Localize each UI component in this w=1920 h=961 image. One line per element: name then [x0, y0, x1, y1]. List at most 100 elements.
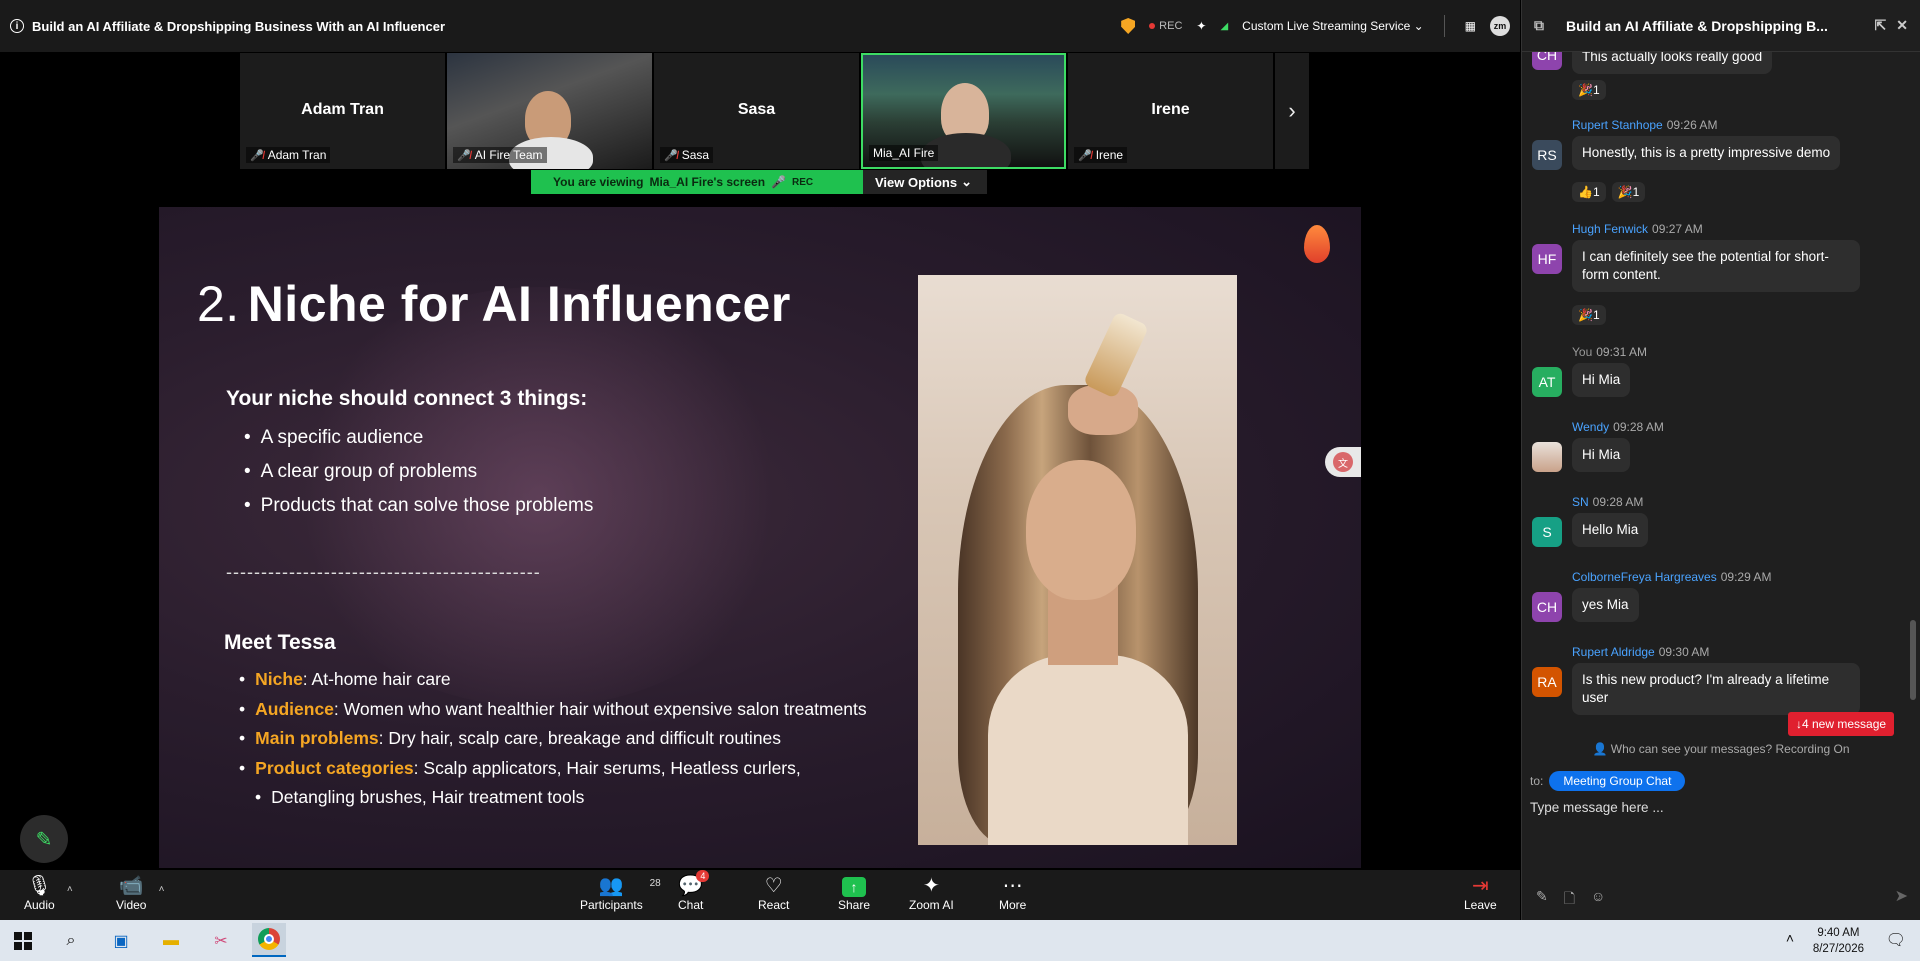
viewing-screen-name: Mia_AI Fire's screen	[649, 175, 766, 189]
message-sender: You 09:31 AM	[1572, 345, 1647, 359]
zoom-ai-button[interactable]: ✦ Zoom AI	[909, 874, 954, 912]
avatar: RS	[1532, 140, 1562, 170]
participants-button[interactable]: 👥 28 Participants	[580, 874, 661, 912]
leave-button[interactable]: ⇥ Leave	[1464, 874, 1497, 912]
start-button[interactable]	[10, 928, 36, 954]
notification-icon[interactable]: 🗨	[1886, 930, 1906, 950]
viewing-banner: You are viewing Mia_AI Fire's screen 🎤 R…	[531, 170, 987, 194]
list-item: Niche: At-home hair care	[239, 665, 939, 695]
detail-value: : Women who want healthier hair without …	[333, 698, 867, 719]
message-sender: ColborneFreya Hargreaves 09:29 AM	[1572, 570, 1771, 584]
store-icon[interactable]: ▣	[108, 928, 134, 954]
reaction-chip[interactable]: 🎉1	[1611, 182, 1646, 202]
reactions: 🎉1	[1572, 305, 1606, 325]
mic-off-icon: 🎤̸	[250, 149, 264, 162]
participant-tile-active-speaker[interactable]: Mia_AI Fire	[861, 53, 1066, 169]
participant-tile[interactable]: Adam Tran 🎤̸ Adam Tran	[240, 53, 445, 169]
share-button[interactable]: ↑ Share	[838, 874, 870, 912]
list-item: A clear group of problems	[244, 455, 593, 489]
chevron-up-icon[interactable]: ˄	[1786, 930, 1794, 946]
participant-tile[interactable]: Sasa 🎤̸ Sasa	[654, 53, 859, 169]
translate-button[interactable]: 文	[1325, 447, 1361, 477]
windows-taskbar: ⌕ ▣ ▬ ✂ ˄ 9:40 AM 8/27/2026 🗨	[0, 920, 1920, 961]
reaction-chip[interactable]: 🎉1	[1572, 80, 1606, 100]
chevron-up-icon[interactable]: ˄	[67, 878, 73, 902]
message-bubble: Honestly, this is a pretty impressive de…	[1572, 136, 1841, 170]
slide-title-text: Niche for AI Influencer	[247, 276, 791, 332]
recipient-row: to: Meeting Group Chat	[1530, 771, 1686, 791]
chrome-taskbar-button[interactable]	[252, 923, 286, 957]
chrome-icon	[258, 928, 280, 950]
pop-out-icon[interactable]: ⇱	[1875, 17, 1887, 34]
chevron-right-icon[interactable]: ›	[1275, 53, 1309, 169]
file-icon[interactable]: 🗋	[1564, 888, 1575, 912]
live-streaming-menu[interactable]: Custom Live Streaming Service ⌄	[1242, 19, 1423, 33]
translate-icon: 文	[1333, 452, 1353, 472]
detail-value: : Scalp applicators, Hair serums, Heatle…	[413, 757, 801, 778]
viewing-rec: REC	[792, 176, 814, 188]
recording-indicator[interactable]: REC	[1149, 20, 1182, 32]
search-icon[interactable]: ⌕	[58, 928, 84, 954]
chat-label: Chat	[678, 898, 704, 912]
reaction-chip[interactable]: 👍1	[1572, 182, 1606, 202]
participant-name: Mia_AI Fire	[873, 146, 935, 160]
annotate-pencil-icon[interactable]: ✎	[20, 815, 68, 863]
mic-off-icon: 🎤̸	[1078, 149, 1092, 162]
photo-face	[1026, 460, 1136, 600]
message-bubble: Is this new product? I'm already a lifet…	[1572, 663, 1860, 715]
message-time: 09:26 AM	[1666, 118, 1718, 132]
react-button[interactable]: ♡ React	[758, 874, 789, 912]
chat-scrollbar[interactable]	[1910, 620, 1916, 700]
avatar: AT	[1532, 367, 1562, 397]
participants-icon: 👥 28	[580, 874, 661, 898]
message-time: 09:29 AM	[1720, 570, 1772, 584]
info-icon[interactable]: i	[10, 19, 24, 33]
video-button[interactable]: 📹 ˄ Video	[116, 874, 164, 912]
message-time: 09:31 AM	[1596, 345, 1647, 359]
divider	[1443, 15, 1445, 37]
avatar	[1532, 442, 1562, 472]
format-icon[interactable]: ✎	[1536, 888, 1548, 912]
sparkle-icon[interactable]: ✦	[1196, 19, 1206, 33]
more-icon: ⋯	[1002, 875, 1023, 897]
list-item: Products that can solve those problems	[244, 489, 594, 523]
view-options-button[interactable]: View Options ⌄	[863, 170, 987, 194]
share-label: Share	[838, 898, 871, 912]
system-clock[interactable]: 9:40 AM 8/27/2026	[1813, 925, 1864, 957]
emoji-icon[interactable]: ☺	[1591, 888, 1605, 912]
chat-popout-icon[interactable]: ⧉	[1534, 17, 1544, 34]
snipping-tool-icon[interactable]: ✂	[208, 928, 234, 954]
zoom-app-icon[interactable]: zm	[1490, 16, 1510, 36]
send-icon[interactable]: ➤	[1895, 886, 1908, 906]
sender-name: ColborneFreya Hargreaves	[1572, 570, 1717, 584]
audio-button[interactable]: 🎙 ˄ Audio	[24, 874, 73, 912]
zoom-ai-label: Zoom AI	[909, 898, 954, 912]
windows-logo-icon	[14, 932, 32, 950]
shield-icon[interactable]	[1121, 18, 1136, 34]
message-visibility-notice[interactable]: 👤 Who can see your messages? Recording O…	[1522, 742, 1920, 756]
leave-label: Leave	[1464, 898, 1497, 912]
more-button[interactable]: ⋯ More	[999, 874, 1026, 912]
chat-messages: CH This actually looks really good 🎉1 Ru…	[1522, 52, 1920, 734]
participant-big-name: Sasa	[737, 101, 776, 118]
avatar: RA	[1532, 667, 1562, 697]
chevron-down-icon: ⌄	[961, 174, 973, 189]
participant-label: 🎤̸ AI Fire Team	[453, 147, 547, 163]
file-explorer-icon[interactable]: ▬	[158, 928, 184, 954]
reaction-chip[interactable]: 🎉1	[1572, 305, 1606, 325]
detail-key: Audience	[255, 698, 334, 719]
chevron-up-icon[interactable]: ˄	[159, 878, 165, 902]
participant-tile[interactable]: Irene 🎤̸ Irene	[1068, 53, 1273, 169]
participant-tile[interactable]: 🎤̸ AI Fire Team	[447, 53, 652, 169]
chat-button[interactable]: 💬 4 Chat	[678, 870, 710, 912]
chat-message-input[interactable]: Type message here ...	[1530, 800, 1912, 815]
view-options-label: View Options	[875, 174, 958, 190]
recipient-selector[interactable]: Meeting Group Chat	[1549, 771, 1686, 791]
avatar: S	[1532, 517, 1562, 547]
new-messages-button[interactable]: ↓4 new message	[1788, 712, 1895, 736]
sender-name: Wendy	[1572, 420, 1610, 434]
close-icon[interactable]: ✕	[1896, 17, 1908, 34]
clock-date: 8/27/2026	[1812, 943, 1864, 955]
gallery-view-icon[interactable]: ▦	[1465, 19, 1476, 33]
react-label: React	[758, 898, 790, 912]
